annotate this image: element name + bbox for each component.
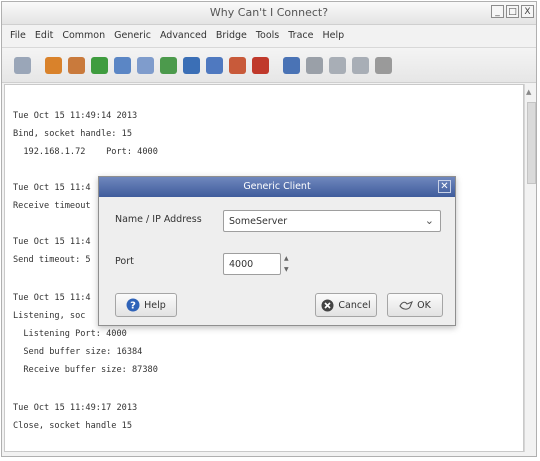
scroll-thumb[interactable] [527,102,536,184]
log-line: 192.168.1.72 Port: 4000 [13,147,158,157]
globe-connect-icon[interactable] [45,56,62,74]
forward-arrow-icon[interactable] [329,56,346,74]
name-ip-value: SomeServer [229,216,288,227]
toolbar [2,47,536,83]
spin-arrows-icon[interactable]: ▲ ▼ [284,253,289,275]
menu-trace[interactable]: Trace [288,30,313,41]
bottle-icon[interactable] [306,56,323,74]
ok-label: OK [417,299,431,311]
document-icon[interactable] [14,56,31,74]
svg-text:?: ? [130,301,136,312]
close-button[interactable]: X [521,5,534,18]
menu-bridge[interactable]: Bridge [216,30,247,41]
cancel-label: Cancel [338,299,371,311]
log-line: Close, socket handle 15 [13,421,132,431]
gray-box-icon[interactable] [375,56,392,74]
generic-client-dialog: Generic Client ✕ Name / IP Address SomeS… [98,176,456,326]
log-line: Listening Port: 4000 [13,329,127,339]
blue-globe-icon[interactable] [114,56,131,74]
puzzle-blue-icon[interactable] [206,56,223,74]
window-title: Why Can't I Connect? [209,6,329,19]
help-label: Help [144,299,166,311]
menu-file[interactable]: File [10,30,26,41]
help-icon: ? [126,298,140,312]
cancel-button[interactable]: Cancel [315,293,377,317]
scroll-up-icon[interactable]: ▲ [526,88,531,96]
end-arrow-icon[interactable] [352,56,369,74]
ok-button[interactable]: OK [387,293,443,317]
port-label: Port [115,256,134,267]
blue-stack-icon[interactable] [283,56,300,74]
title-bar: Why Can't I Connect? _ □ X [2,2,536,25]
green-globe-icon[interactable] [91,56,108,74]
menu-advanced[interactable]: Advanced [160,30,207,41]
tree-icon[interactable] [160,56,177,74]
log-line: Send timeout: 5 [13,255,91,265]
log-line: Receive timeout [13,201,91,211]
log-line: Listening, soc [13,311,86,321]
port-value: 4000 [229,259,254,270]
minimize-button[interactable]: _ [491,5,504,18]
dialog-title: Generic Client [99,177,455,197]
log-timestamp: Tue Oct 15 11:4 [13,237,91,247]
maximize-button[interactable]: □ [506,5,519,18]
menu-common[interactable]: Common [62,30,105,41]
menu-generic[interactable]: Generic [114,30,151,41]
ok-hand-icon [399,299,414,311]
name-ip-combobox[interactable]: SomeServer ⌄ [223,210,441,232]
puzzle-color-icon[interactable] [229,56,246,74]
log-scrollbar[interactable]: ▲ [524,84,536,452]
log-timestamp: Tue Oct 15 11:4 [13,293,91,303]
log-line: Bind, socket handle: 15 [13,129,132,139]
log-line: Send buffer size: 16384 [13,347,143,357]
menu-edit[interactable]: Edit [35,30,53,41]
plugin-icon[interactable] [68,56,85,74]
log-timestamp: Tue Oct 15 11:49:17 2013 [13,403,138,413]
dialog-close-button[interactable]: ✕ [438,180,451,193]
menu-bar: File Edit Common Generic Advanced Bridge… [2,25,536,45]
red-book-icon[interactable] [252,56,269,74]
port-stepper[interactable]: 4000 [223,253,281,275]
log-line: Receive buffer size: 87380 [13,365,158,375]
arrow-icon[interactable] [183,56,200,74]
cancel-icon [321,299,334,312]
help-button[interactable]: ? Help [115,293,177,317]
log-timestamp: Tue Oct 15 11:4 [13,183,91,193]
log-timestamp: Tue Oct 15 11:49:14 2013 [13,111,138,121]
menu-help[interactable]: Help [322,30,344,41]
mail-icon[interactable] [137,56,154,74]
menu-tools[interactable]: Tools [256,30,279,41]
chevron-down-icon[interactable]: ⌄ [425,214,434,227]
name-label: Name / IP Address [115,214,202,225]
